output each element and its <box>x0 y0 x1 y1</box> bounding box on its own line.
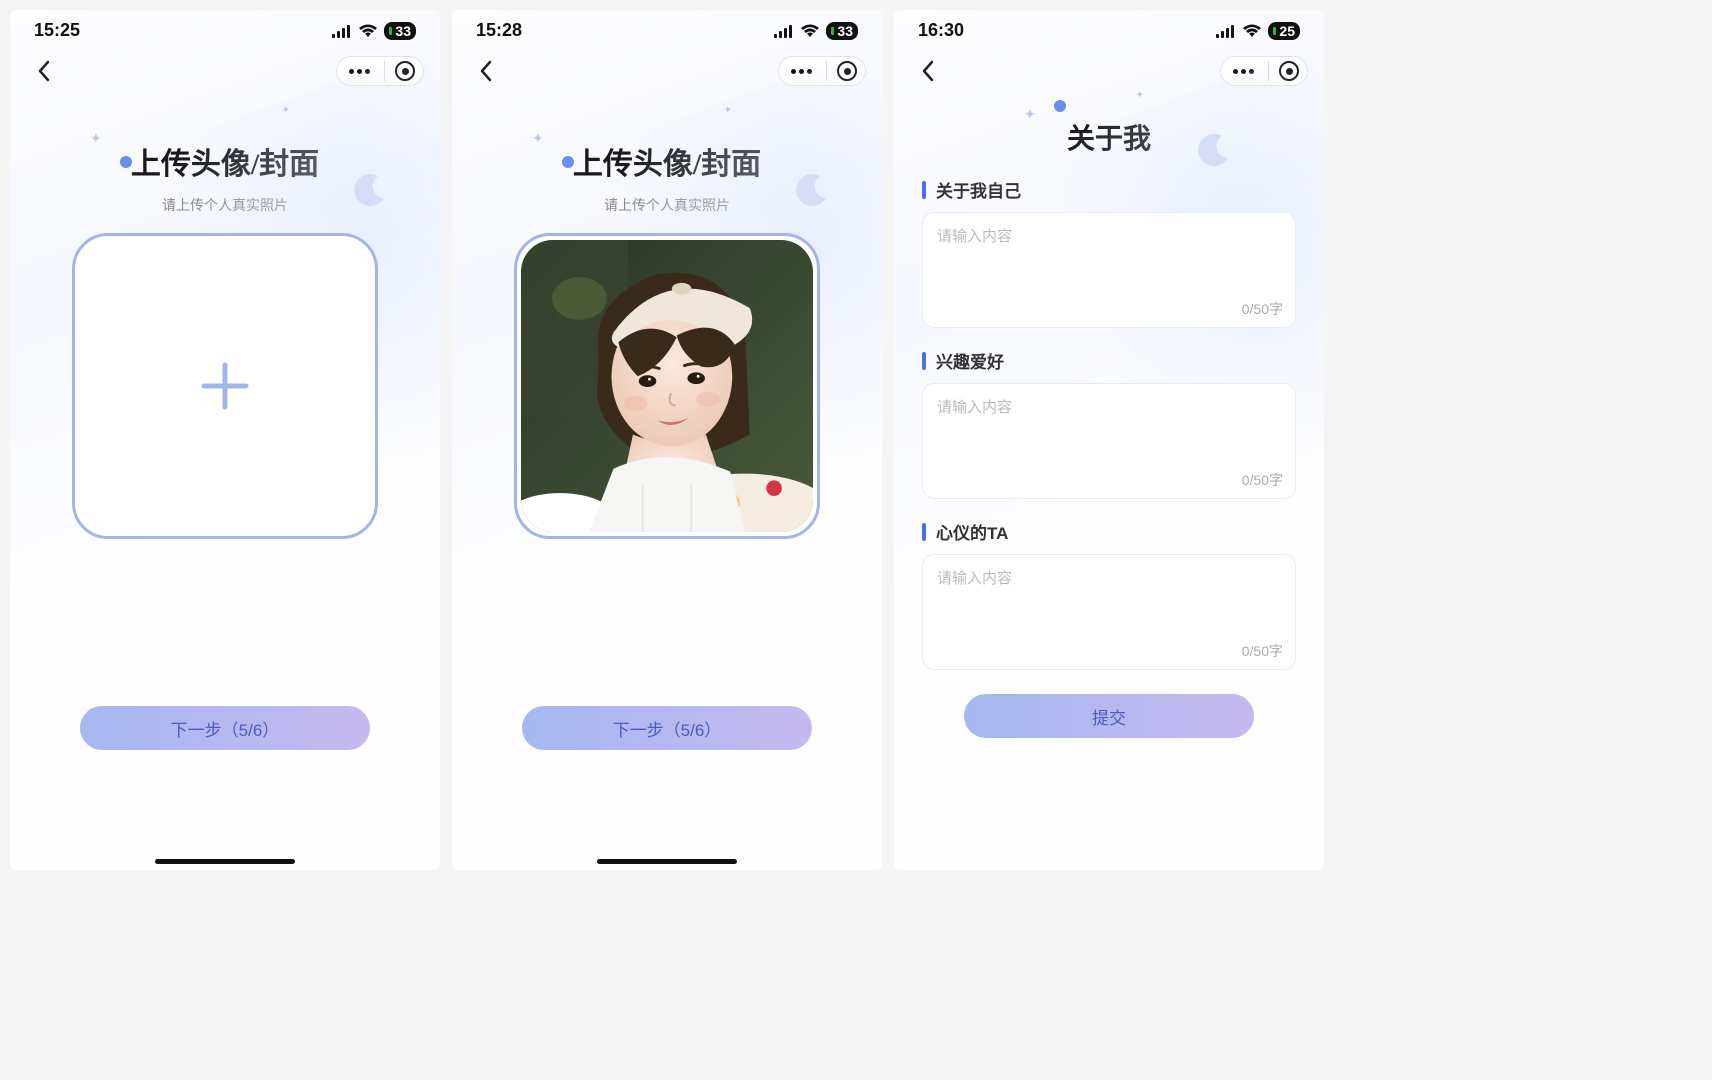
miniapp-capsule <box>336 56 424 86</box>
wifi-icon <box>800 24 820 38</box>
status-right: 25 <box>1216 22 1300 40</box>
plus-icon <box>198 359 252 413</box>
section-about-self: 关于我自己 请输入内容 0/50字 <box>894 177 1324 328</box>
capsule-close-icon[interactable] <box>1279 61 1299 81</box>
back-button[interactable] <box>26 53 62 89</box>
section-accent-bar <box>922 181 926 199</box>
battery-level: 25 <box>1268 22 1300 40</box>
section-hobbies: 兴趣爱好 请输入内容 0/50字 <box>894 348 1324 499</box>
section-header: 心仪的TA <box>922 519 1296 544</box>
section-header: 兴趣爱好 <box>922 348 1296 373</box>
char-counter: 0/50字 <box>1242 299 1283 319</box>
section-ideal-partner: 心仪的TA 请输入内容 0/50字 <box>894 519 1324 670</box>
status-right: 33 <box>774 22 858 40</box>
next-step-label: 下一步（5/6） <box>171 716 280 741</box>
placeholder-text: 请输入内容 <box>937 228 1012 245</box>
dot-decoration <box>1054 100 1066 112</box>
miniapp-capsule <box>1220 56 1308 86</box>
capsule-separator <box>826 61 827 81</box>
screen-upload-filled: 15:28 33 ✦ ✦ 上传头像/封面 请上传个人真实照片 <box>452 10 882 870</box>
wifi-icon <box>358 24 378 38</box>
capsule-menu-icon[interactable] <box>345 65 374 78</box>
status-time: 15:28 <box>476 20 522 41</box>
hobbies-textarea[interactable]: 请输入内容 0/50字 <box>922 383 1296 499</box>
status-bar: 16:30 25 <box>894 10 1324 45</box>
back-button[interactable] <box>468 53 504 89</box>
section-accent-bar <box>922 352 926 370</box>
sparkle-icon: ✦ <box>724 105 732 116</box>
char-counter: 0/50字 <box>1242 641 1283 661</box>
home-indicator[interactable] <box>597 859 737 864</box>
screen-upload-empty: 15:25 33 ✦ ✦ 上传头像/封面 请上传个人真实照片 下一步（5/6） <box>10 10 440 870</box>
status-time: 15:25 <box>34 20 80 41</box>
capsule-menu-icon[interactable] <box>1229 65 1258 78</box>
capsule-close-icon[interactable] <box>395 61 415 81</box>
section-title: 关于我自己 <box>936 177 1021 202</box>
submit-label: 提交 <box>1092 704 1126 729</box>
nav-bar <box>10 45 440 97</box>
sparkle-icon: ✦ <box>282 105 290 116</box>
uploaded-avatar-box[interactable] <box>514 233 820 539</box>
nav-bar <box>452 45 882 97</box>
submit-button[interactable]: 提交 <box>964 694 1254 738</box>
status-right: 33 <box>332 22 416 40</box>
avatar-image <box>521 240 813 532</box>
battery-level: 33 <box>826 22 858 40</box>
placeholder-text: 请输入内容 <box>937 399 1012 416</box>
battery-level: 33 <box>384 22 416 40</box>
miniapp-capsule <box>778 56 866 86</box>
cellular-signal-icon <box>774 24 794 38</box>
capsule-separator <box>384 61 385 81</box>
section-accent-bar <box>922 523 926 541</box>
ideal-partner-textarea[interactable]: 请输入内容 0/50字 <box>922 554 1296 670</box>
page-title: 上传头像/封面 <box>10 139 440 183</box>
section-header: 关于我自己 <box>922 177 1296 202</box>
cellular-signal-icon <box>332 24 352 38</box>
next-step-label: 下一步（5/6） <box>613 716 722 741</box>
next-step-button[interactable]: 下一步（5/6） <box>522 706 812 750</box>
capsule-separator <box>1268 61 1269 81</box>
upload-avatar-box[interactable] <box>72 233 378 539</box>
capsule-close-icon[interactable] <box>837 61 857 81</box>
nav-bar <box>894 45 1324 97</box>
section-title: 心仪的TA <box>936 519 1008 544</box>
placeholder-text: 请输入内容 <box>937 570 1012 587</box>
page-title: 关于我 <box>894 117 1324 157</box>
char-counter: 0/50字 <box>1242 470 1283 490</box>
status-bar: 15:28 33 <box>452 10 882 45</box>
page-subtitle: 请上传个人真实照片 <box>10 195 440 215</box>
about-self-textarea[interactable]: 请输入内容 0/50字 <box>922 212 1296 328</box>
section-title: 兴趣爱好 <box>936 348 1004 373</box>
cellular-signal-icon <box>1216 24 1236 38</box>
home-indicator[interactable] <box>155 859 295 864</box>
status-time: 16:30 <box>918 20 964 41</box>
next-step-button[interactable]: 下一步（5/6） <box>80 706 370 750</box>
status-bar: 15:25 33 <box>10 10 440 45</box>
page-subtitle: 请上传个人真实照片 <box>452 195 882 215</box>
page-title: 上传头像/封面 <box>452 139 882 183</box>
wifi-icon <box>1242 24 1262 38</box>
screen-about-me: 16:30 25 ✦ ✦ 关于我 关于我自己 请输入内容 0/50字 兴趣 <box>894 10 1324 870</box>
back-button[interactable] <box>910 53 946 89</box>
capsule-menu-icon[interactable] <box>787 65 816 78</box>
